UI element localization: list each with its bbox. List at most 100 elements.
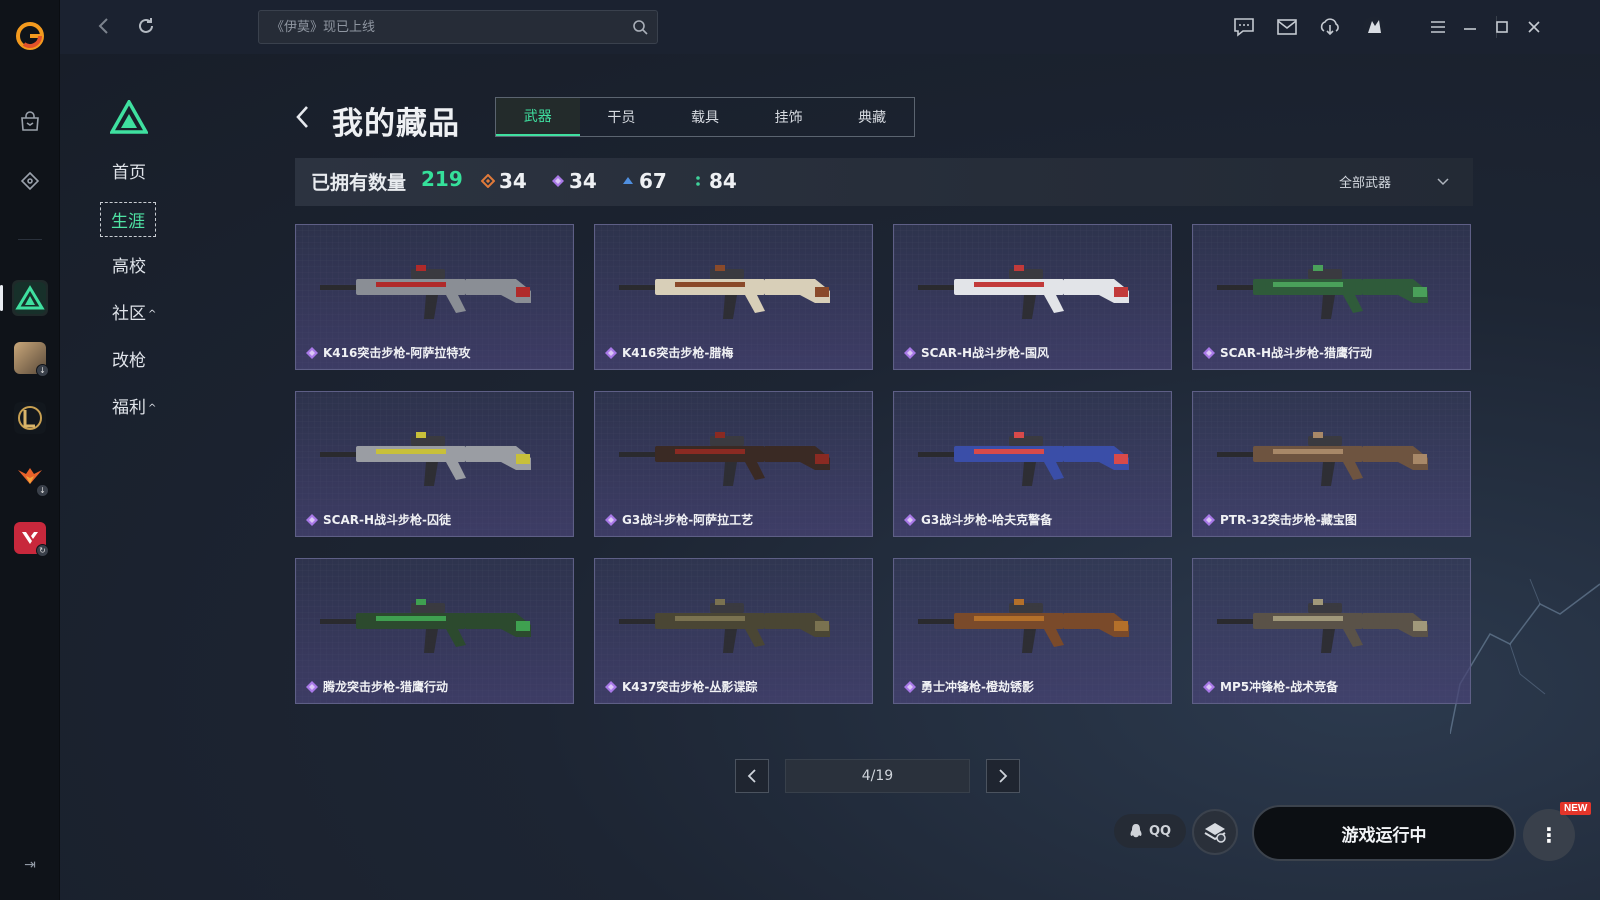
rarity-purple-icon — [306, 513, 318, 526]
rarity-purple-icon — [605, 346, 617, 359]
collection-item-card[interactable]: G3战斗步枪-阿萨拉工艺 — [594, 391, 873, 537]
nav-item-college[interactable]: 高校 — [112, 252, 146, 277]
app-logo-icon[interactable] — [14, 20, 46, 52]
pager-prev-button[interactable] — [735, 759, 769, 793]
collection-item-card[interactable]: SCAR-H战斗步枪-猎鹰行动 — [1192, 224, 1471, 370]
collection-item-card[interactable]: 勇士冲锋枪-橙劫锈影 — [893, 558, 1172, 704]
layers-icon — [1204, 823, 1226, 843]
page-indicator: 4/19 — [785, 759, 970, 793]
chevron-down-icon[interactable] — [1435, 174, 1451, 190]
more-options-button[interactable]: ⋮ — [1523, 809, 1575, 861]
collection-item-card[interactable]: 腾龙突击步枪-猎鹰行动 — [295, 558, 574, 704]
rarity-purple-icon — [306, 346, 318, 359]
qq-button[interactable]: QQ — [1114, 814, 1186, 848]
back-nav-icon[interactable] — [92, 14, 116, 38]
page-back-icon[interactable] — [292, 104, 314, 130]
download-manager-icon[interactable] — [1318, 15, 1342, 39]
rail-divider — [18, 239, 42, 240]
nav-item-benefits[interactable]: 福利 ^ — [112, 393, 156, 418]
valorant-game-icon: ↻ — [14, 522, 49, 557]
tab-vehicles[interactable]: 载具 — [663, 98, 747, 136]
rarity-purple-icon — [306, 680, 318, 693]
app-rail: ↓ ↓ ↻ ⇥ — [0, 0, 60, 900]
tab-charms[interactable]: 挂饰 — [747, 98, 831, 136]
refresh-icon[interactable] — [134, 14, 158, 38]
rarity-count-blue: 67 — [621, 169, 667, 193]
qq-penguin-icon — [1130, 824, 1142, 838]
tag-icon[interactable] — [12, 164, 48, 200]
item-name: K416突击步枪-腊梅 — [605, 344, 733, 361]
chat-icon[interactable] — [1232, 15, 1256, 39]
item-name-text: PTR-32突击步枪-藏宝图 — [1220, 513, 1357, 527]
weapon-image — [918, 599, 1129, 653]
rail-game-valorant[interactable]: ↻ — [12, 520, 49, 557]
rail-game-delta-force[interactable] — [12, 280, 48, 316]
item-name-text: SCAR-H战斗步枪-囚徒 — [323, 513, 451, 527]
weapon-image — [320, 599, 531, 653]
weapon-image — [619, 265, 830, 319]
pubg-game-icon: ↓ — [14, 342, 49, 377]
nav-item-career[interactable]: 生涯 — [100, 202, 156, 237]
rail-game-pubg[interactable]: ↓ — [12, 340, 49, 377]
item-name: SCAR-H战斗步枪-囚徒 — [306, 511, 451, 528]
rail-game-phoenix[interactable]: ↓ — [12, 460, 49, 497]
item-name: MP5冲锋枪-战术竞备 — [1203, 678, 1338, 695]
nav-item-home[interactable]: 首页 — [112, 158, 146, 183]
store-bag-icon[interactable] — [12, 104, 48, 140]
expand-sidebar-icon[interactable]: ⇥ — [20, 855, 40, 875]
weapon-image — [918, 432, 1129, 486]
download-badge-icon: ↓ — [36, 484, 49, 497]
rarity-purple-icon — [552, 175, 564, 187]
weapon-image — [1217, 432, 1428, 486]
delta-force-logo[interactable] — [110, 100, 148, 134]
collection-item-card[interactable]: PTR-32突击步枪-藏宝图 — [1192, 391, 1471, 537]
tab-operators[interactable]: 干员 — [580, 98, 664, 136]
item-name-text: K416突击步枪-阿萨拉特攻 — [323, 346, 471, 360]
rarity-blue-icon — [623, 177, 633, 184]
rarity-purple-icon — [904, 680, 916, 693]
item-name-text: G3战斗步枪-哈夫克警备 — [921, 513, 1053, 527]
weapon-filter-select[interactable]: 全部武器 — [1339, 172, 1391, 191]
collection-item-card[interactable]: SCAR-H战斗步枪-国风 — [893, 224, 1172, 370]
rail-game-lol[interactable] — [12, 400, 48, 436]
weapon-image — [320, 265, 531, 319]
pager-next-button[interactable] — [986, 759, 1020, 793]
game-running-button[interactable]: 游戏运行中 — [1252, 805, 1516, 861]
close-icon[interactable] — [1522, 15, 1546, 39]
layers-button[interactable] — [1192, 809, 1238, 855]
phoenix-game-icon: ↓ — [14, 462, 49, 497]
maximize-icon[interactable] — [1490, 15, 1514, 39]
menu-icon[interactable] — [1426, 15, 1450, 39]
weapon-image — [918, 265, 1129, 319]
user-avatar[interactable] — [1362, 15, 1386, 39]
nav-item-community[interactable]: 社区 ^ — [112, 299, 156, 324]
rarity-orange-icon — [481, 174, 495, 188]
search-icon[interactable] — [632, 19, 648, 35]
search-input[interactable] — [271, 17, 611, 37]
ownership-summary: 已拥有数量 219 34 34 67 84 全部武器 — [295, 158, 1473, 206]
weapon-image — [320, 432, 531, 486]
item-name-text: K437突击步枪-丛影谍踪 — [622, 680, 758, 694]
collection-item-card[interactable]: G3战斗步枪-哈夫克警备 — [893, 391, 1172, 537]
collection-item-card[interactable]: K416突击步枪-阿萨拉特攻 — [295, 224, 574, 370]
rarity-count-purple: 34 — [551, 169, 597, 193]
mail-icon[interactable] — [1275, 15, 1299, 39]
item-name-text: SCAR-H战斗步枪-猎鹰行动 — [1220, 346, 1372, 360]
top-bar — [60, 0, 1600, 54]
collection-item-card[interactable]: SCAR-H战斗步枪-囚徒 — [295, 391, 574, 537]
collection-item-card[interactable]: K437突击步枪-丛影谍踪 — [594, 558, 873, 704]
owned-count-label: 已拥有数量 — [311, 172, 407, 194]
nav-item-gunsmith[interactable]: 改枪 — [112, 346, 146, 371]
chevron-left-icon — [747, 769, 756, 783]
tab-collection[interactable]: 典藏 — [830, 98, 914, 136]
rarity-count-green: 84 — [691, 169, 737, 193]
chevron-right-icon — [999, 769, 1008, 783]
collection-item-card[interactable]: MP5冲锋枪-战术竞备 — [1192, 558, 1471, 704]
item-name: PTR-32突击步枪-藏宝图 — [1203, 511, 1357, 528]
tab-weapons[interactable]: 武器 — [496, 98, 580, 136]
item-name: K437突击步枪-丛影谍踪 — [605, 678, 757, 695]
collection-item-card[interactable]: K416突击步枪-腊梅 — [594, 224, 873, 370]
minimize-icon[interactable] — [1458, 15, 1482, 39]
item-name-text: SCAR-H战斗步枪-国风 — [921, 346, 1049, 360]
page-title: 我的藏品 — [332, 106, 460, 142]
